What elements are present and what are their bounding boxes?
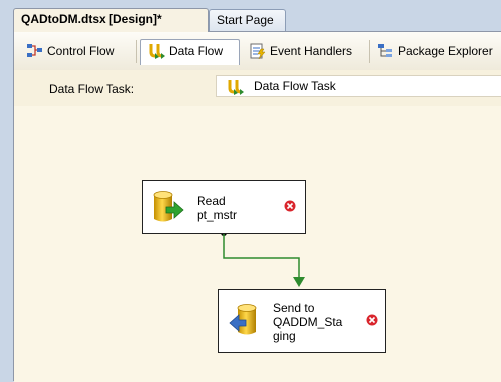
package-explorer-icon (378, 44, 392, 57)
data-flow-task-icon (228, 80, 244, 95)
designer-tab-strip: Control Flow Data Flow Event Handlers Pa… (14, 32, 501, 71)
source-cylinder-icon (153, 191, 184, 222)
tab-package-explorer[interactable]: Package Explorer (370, 40, 501, 63)
data-flow-canvas[interactable]: Read pt_mstr Send to QADDM_Sta ging (14, 106, 501, 382)
package-designer: Control Flow Data Flow Event Handlers Pa… (13, 31, 501, 382)
tab-label: Event Handlers (270, 44, 353, 58)
data-flow-task-value: Data Flow Task (254, 79, 336, 93)
data-flow-icon (149, 44, 165, 59)
data-flow-task-selector[interactable]: Data Flow Task (216, 75, 501, 97)
tab-qadtodm-design[interactable]: QADtoDM.dtsx [Design]* (13, 8, 209, 32)
error-icon[interactable] (366, 314, 378, 326)
component-send-to-qaddm-staging[interactable]: Send to QADDM_Sta ging (218, 289, 386, 353)
component-label: Send to QADDM_Sta ging (273, 301, 343, 343)
tab-data-flow[interactable]: Data Flow (140, 39, 240, 65)
tab-label: Data Flow (169, 44, 224, 58)
component-label: Read pt_mstr (197, 194, 238, 222)
control-flow-icon (27, 44, 42, 57)
destination-cylinder-icon (229, 304, 257, 335)
event-handlers-icon (250, 43, 266, 59)
data-flow-task-label: Data Flow Task: (49, 82, 135, 96)
tab-label: Control Flow (47, 44, 115, 58)
tab-event-handlers[interactable]: Event Handlers (242, 40, 370, 63)
error-icon[interactable] (284, 200, 296, 212)
tab-control-flow[interactable]: Control Flow (19, 40, 137, 63)
component-read-pt-mstr[interactable]: Read pt_mstr (142, 180, 306, 234)
document-tab-strip: QADtoDM.dtsx [Design]* Start Page (0, 0, 501, 32)
tab-label: Package Explorer (398, 44, 493, 58)
tab-start-page[interactable]: Start Page (209, 9, 286, 31)
data-flow-task-bar: Data Flow Task: Data Flow Task (14, 70, 501, 107)
